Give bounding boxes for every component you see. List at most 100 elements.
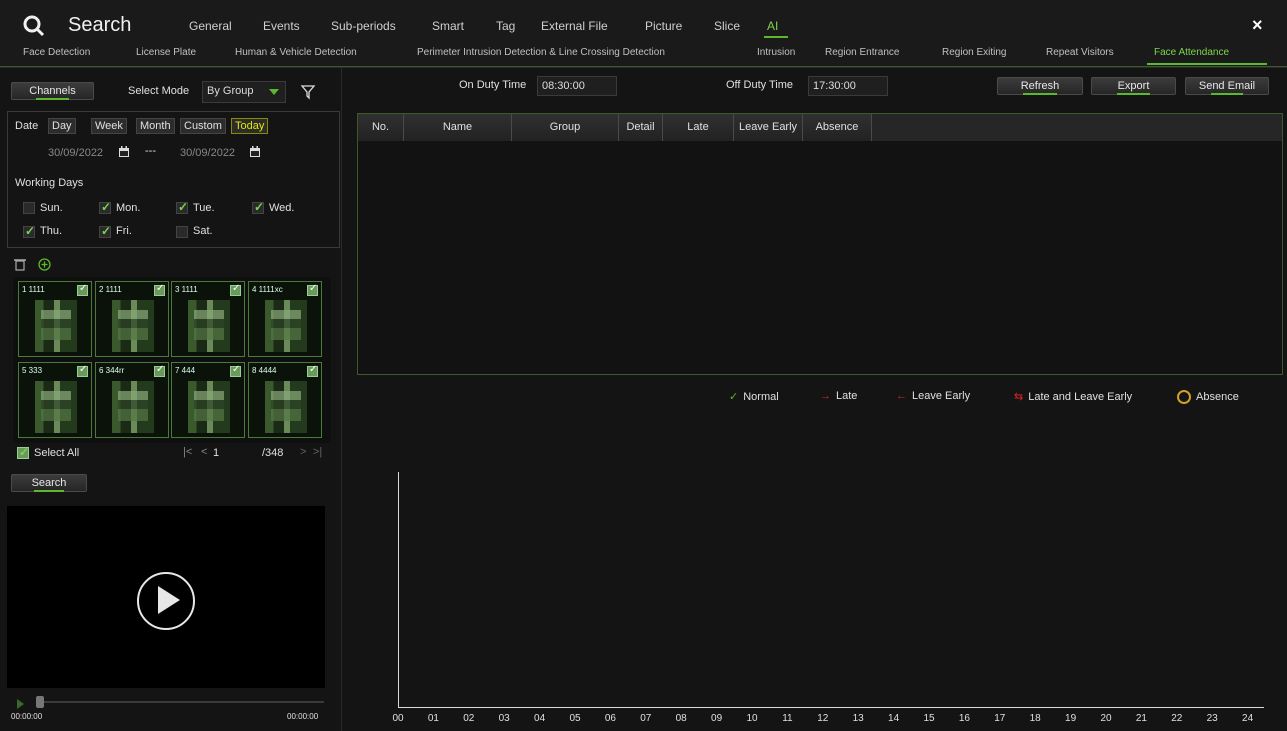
- face-checkbox[interactable]: [230, 364, 241, 377]
- face-card[interactable]: 3 1111: [171, 281, 245, 357]
- select-all-checkbox[interactable]: [17, 445, 29, 459]
- face-title: 4 1111xc: [252, 285, 283, 294]
- period-today[interactable]: Today: [231, 118, 269, 134]
- face-checkbox[interactable]: [154, 364, 165, 377]
- hour-tick-label: 17: [994, 713, 1006, 724]
- period-custom[interactable]: Custom: [180, 118, 226, 134]
- timeline-slider[interactable]: [44, 701, 324, 703]
- tab-general[interactable]: General: [189, 19, 232, 33]
- subtab-repeat-visitors[interactable]: Repeat Visitors: [1046, 47, 1114, 58]
- chart-y-axis: [398, 472, 399, 708]
- checkbox-fri[interactable]: [99, 224, 111, 238]
- end-date-field[interactable]: 30/09/2022: [180, 147, 235, 159]
- period-day[interactable]: Day: [48, 118, 76, 134]
- face-card[interactable]: 5 333: [18, 362, 92, 438]
- select-mode-value: By Group: [207, 85, 254, 97]
- subtab-face-detection[interactable]: Face Detection: [23, 47, 90, 58]
- checkbox-sat[interactable]: [176, 226, 188, 238]
- column-header-late[interactable]: Late: [663, 114, 734, 141]
- day-label-sat: Sat.: [193, 225, 213, 237]
- select-mode-dropdown[interactable]: By Group: [202, 81, 286, 103]
- send-email-button[interactable]: Send Email: [1185, 77, 1269, 95]
- hour-tick-label: 10: [746, 713, 758, 724]
- column-header-group[interactable]: Group: [512, 114, 619, 141]
- calendar-icon[interactable]: [249, 146, 261, 158]
- column-header-detail[interactable]: Detail: [619, 114, 663, 141]
- face-thumbnail: [265, 300, 307, 352]
- face-card[interactable]: 7 444: [171, 362, 245, 438]
- prev-page-icon[interactable]: <: [201, 446, 207, 458]
- refresh-button[interactable]: Refresh: [997, 77, 1083, 95]
- next-page-icon[interactable]: >: [300, 446, 306, 458]
- hour-tick-label: 03: [498, 713, 510, 724]
- trash-icon[interactable]: [14, 258, 26, 271]
- day-label-wed: Wed.: [269, 202, 295, 214]
- face-checkbox[interactable]: [307, 283, 318, 296]
- tab-slice[interactable]: Slice: [714, 19, 740, 33]
- face-checkbox[interactable]: [307, 364, 318, 377]
- checkbox-thu[interactable]: [23, 224, 35, 238]
- column-header-no[interactable]: No.: [358, 114, 404, 141]
- timeline-handle[interactable]: [36, 696, 44, 708]
- last-page-icon[interactable]: >|: [313, 446, 322, 458]
- legend-label: Late: [836, 390, 858, 402]
- close-button[interactable]: ×: [1252, 15, 1263, 36]
- subtab-face-attendance[interactable]: Face Attendance: [1154, 47, 1229, 58]
- legend-normal: ✓ Normal: [729, 390, 779, 403]
- period-month[interactable]: Month: [136, 118, 175, 134]
- start-date-field[interactable]: 30/09/2022: [48, 147, 103, 159]
- checkbox-sun[interactable]: [23, 202, 35, 214]
- tab-ai[interactable]: AI: [767, 19, 778, 33]
- day-label-fri: Fri.: [116, 225, 132, 237]
- face-card[interactable]: 6 344rr: [95, 362, 169, 438]
- column-header-absence[interactable]: Absence: [803, 114, 872, 141]
- period-week[interactable]: Week: [91, 118, 127, 134]
- channels-button[interactable]: Channels: [11, 82, 94, 100]
- subtab-perimeter[interactable]: Perimeter Intrusion Detection & Line Cro…: [417, 47, 665, 58]
- column-header-leave-early[interactable]: Leave Early: [734, 114, 803, 141]
- on-duty-field[interactable]: 08:30:00: [537, 76, 617, 96]
- tab-sub-periods[interactable]: Sub-periods: [331, 19, 396, 33]
- page-current[interactable]: 1: [213, 447, 219, 459]
- tab-external-file[interactable]: External File: [541, 19, 608, 33]
- hour-tick-label: 14: [888, 713, 900, 724]
- add-icon[interactable]: [38, 258, 51, 271]
- day-label-thu: Thu.: [40, 225, 63, 237]
- tab-picture[interactable]: Picture: [645, 19, 682, 33]
- circle-icon: [1177, 390, 1191, 404]
- subtab-region-exiting[interactable]: Region Exiting: [942, 47, 1006, 58]
- hour-tick-label: 00: [392, 713, 404, 724]
- face-card[interactable]: 8 4444: [248, 362, 322, 438]
- play-small-icon[interactable]: [17, 699, 24, 709]
- calendar-icon[interactable]: [118, 146, 130, 158]
- legend-label: Normal: [743, 391, 779, 403]
- face-card[interactable]: 4 1111xc: [248, 281, 322, 357]
- page-title: Search: [68, 14, 132, 36]
- subtab-region-entrance[interactable]: Region Entrance: [825, 47, 900, 58]
- column-header-name[interactable]: Name: [404, 114, 512, 141]
- legend-label: Absence: [1196, 390, 1239, 403]
- off-duty-field[interactable]: 17:30:00: [808, 76, 888, 96]
- checkbox-wed[interactable]: [252, 200, 264, 214]
- search-button[interactable]: Search: [11, 474, 87, 492]
- tab-tag[interactable]: Tag: [496, 19, 515, 33]
- checkbox-mon[interactable]: [99, 200, 111, 214]
- first-page-icon[interactable]: |<: [183, 446, 192, 458]
- checkbox-tue[interactable]: [176, 200, 188, 214]
- filter-icon[interactable]: [300, 84, 316, 100]
- face-checkbox[interactable]: [77, 283, 88, 296]
- face-checkbox[interactable]: [154, 283, 165, 296]
- face-card[interactable]: 1 1111: [18, 281, 92, 357]
- tab-events[interactable]: Events: [263, 19, 300, 33]
- face-checkbox[interactable]: [77, 364, 88, 377]
- check-icon: ✓: [729, 391, 739, 403]
- tab-smart[interactable]: Smart: [432, 19, 464, 33]
- export-button[interactable]: Export: [1091, 77, 1176, 95]
- subtab-intrusion[interactable]: Intrusion: [757, 47, 795, 58]
- face-title: 8 4444: [252, 366, 277, 375]
- face-card[interactable]: 2 1111: [95, 281, 169, 357]
- subtab-human-vehicle[interactable]: Human & Vehicle Detection: [235, 47, 357, 58]
- face-checkbox[interactable]: [230, 283, 241, 296]
- subtab-license-plate[interactable]: License Plate: [136, 47, 196, 58]
- divider: [0, 66, 1287, 67]
